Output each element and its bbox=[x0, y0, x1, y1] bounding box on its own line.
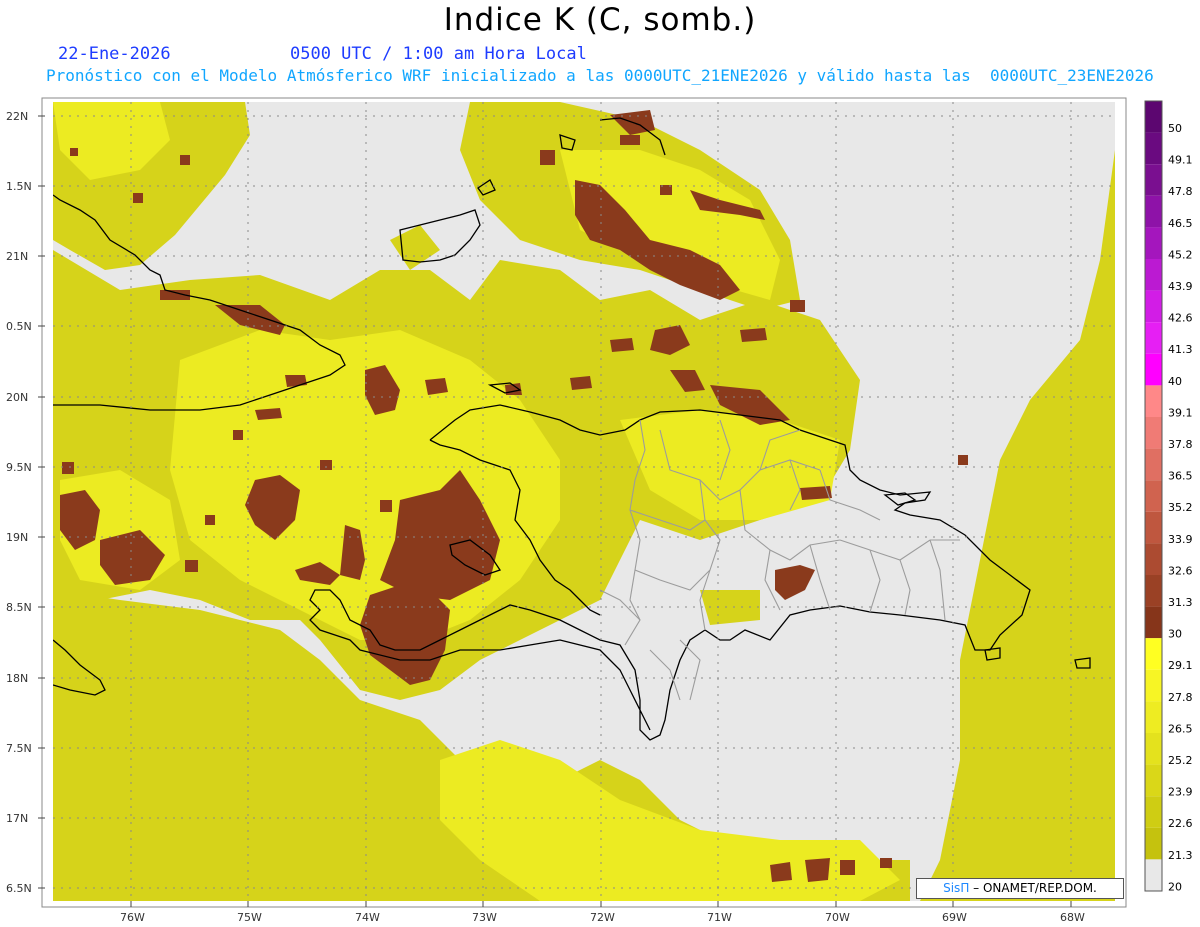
colorbar-swatch bbox=[1145, 480, 1162, 512]
longitude-labels: 76W 75W 74W 73W 72W 71W 70W 69W 68W bbox=[120, 911, 1085, 924]
colorbar: 50 49.1 47.8 46.5 45.2 43.9 42.6 41.3 40 39.1 37.8… bbox=[1144, 100, 1193, 893]
colorbar-tick-label: 42.6 bbox=[1168, 312, 1193, 325]
colorbar-swatch bbox=[1145, 764, 1162, 797]
lon-label: 73W bbox=[472, 911, 497, 924]
colorbar-swatch bbox=[1145, 638, 1162, 670]
colorbar-tick-label: 45.2 bbox=[1168, 248, 1193, 261]
colorbar-swatch bbox=[1145, 322, 1162, 354]
colorbar-tick-label: 25.2 bbox=[1168, 754, 1193, 767]
colorbar-tick-label: 22.6 bbox=[1168, 817, 1193, 830]
colorbar-swatch bbox=[1145, 195, 1162, 228]
colorbar-tick-label: 46.5 bbox=[1168, 217, 1193, 230]
colorbar-tick-label: 39.1 bbox=[1168, 406, 1193, 419]
colorbar-tick-label: 37.8 bbox=[1168, 438, 1193, 451]
colorbar-swatch bbox=[1145, 417, 1162, 449]
colorbar-swatch bbox=[1145, 227, 1162, 259]
colorbar-swatch bbox=[1145, 669, 1162, 702]
colorbar-swatch bbox=[1145, 132, 1162, 165]
colorbar-tick-label: 26.5 bbox=[1168, 722, 1193, 735]
lat-label: 7.5N bbox=[6, 742, 32, 755]
sispi-logo-text: SisΠ bbox=[943, 881, 970, 895]
colorbar-tick-label: 30 bbox=[1168, 628, 1182, 641]
lon-label: 75W bbox=[237, 911, 262, 924]
colorbar-swatch bbox=[1145, 606, 1162, 639]
lat-label: 6.5N bbox=[6, 882, 32, 895]
colorbar-swatch bbox=[1145, 796, 1162, 828]
forecast-map: 22N 1.5N 21N 0.5N 20N 9.5N 19N 8.5N 18N … bbox=[6, 97, 1193, 924]
colorbar-tick-label: 49.1 bbox=[1168, 154, 1193, 167]
lon-label: 68W bbox=[1060, 911, 1085, 924]
lat-label: 1.5N bbox=[6, 180, 32, 193]
colorbar-tick-label: 35.2 bbox=[1168, 501, 1193, 514]
lat-label: 21N bbox=[6, 250, 28, 263]
colorbar-swatch bbox=[1145, 290, 1162, 323]
colorbar-tick-label: 40 bbox=[1168, 375, 1182, 388]
colorbar-tick-label: 23.9 bbox=[1168, 786, 1193, 799]
lon-label: 76W bbox=[120, 911, 145, 924]
lat-label: 17N bbox=[6, 812, 28, 825]
colorbar-tick-label: 20 bbox=[1168, 880, 1182, 893]
colorbar-swatch bbox=[1145, 164, 1162, 196]
lat-label: 0.5N bbox=[6, 320, 32, 333]
lat-label: 22N bbox=[6, 110, 28, 123]
lon-label: 72W bbox=[590, 911, 615, 924]
colorbar-tick-label: 31.3 bbox=[1168, 596, 1193, 609]
colorbar-swatch bbox=[1145, 827, 1162, 860]
lon-label: 70W bbox=[825, 911, 850, 924]
colorbar-tick-label: 47.8 bbox=[1168, 185, 1193, 198]
colorbar-tick-label: 43.9 bbox=[1168, 280, 1193, 293]
colorbar-tick-label: 29.1 bbox=[1168, 659, 1193, 672]
colorbar-swatch bbox=[1145, 859, 1162, 891]
lat-label: 9.5N bbox=[6, 461, 32, 474]
lat-label: 20N bbox=[6, 391, 28, 404]
colorbar-swatch bbox=[1145, 353, 1162, 386]
colorbar-swatch bbox=[1145, 575, 1162, 607]
colorbar-swatch bbox=[1145, 448, 1162, 481]
colorbar-tick-label: 32.6 bbox=[1168, 564, 1193, 577]
lat-label: 18N bbox=[6, 672, 28, 685]
colorbar-swatch bbox=[1145, 101, 1162, 133]
credit-text: – ONAMET/REP.DOM. bbox=[969, 881, 1097, 895]
colorbar-swatch bbox=[1145, 259, 1162, 291]
colorbar-tick-label: 21.3 bbox=[1168, 849, 1193, 862]
colorbar-swatch bbox=[1145, 701, 1162, 733]
colorbar-tick-label: 36.5 bbox=[1168, 470, 1193, 483]
colorbar-swatch bbox=[1145, 385, 1162, 417]
lon-label: 69W bbox=[942, 911, 967, 924]
colorbar-swatch bbox=[1145, 511, 1162, 544]
credit-box: SisΠ – ONAMET/REP.DOM. bbox=[916, 878, 1124, 899]
latitude-labels: 22N 1.5N 21N 0.5N 20N 9.5N 19N 8.5N 18N … bbox=[6, 110, 32, 895]
colorbar-swatch bbox=[1145, 733, 1162, 765]
lat-label: 8.5N bbox=[6, 601, 32, 614]
colorbar-tick-label: 41.3 bbox=[1168, 343, 1193, 356]
colorbar-tick-label: 33.9 bbox=[1168, 533, 1193, 546]
lon-label: 74W bbox=[355, 911, 380, 924]
lat-label: 19N bbox=[6, 531, 28, 544]
colorbar-swatch bbox=[1145, 543, 1162, 575]
lon-label: 71W bbox=[707, 911, 732, 924]
colorbar-tick-label: 27.8 bbox=[1168, 691, 1193, 704]
colorbar-tick-label: 50 bbox=[1168, 122, 1182, 135]
